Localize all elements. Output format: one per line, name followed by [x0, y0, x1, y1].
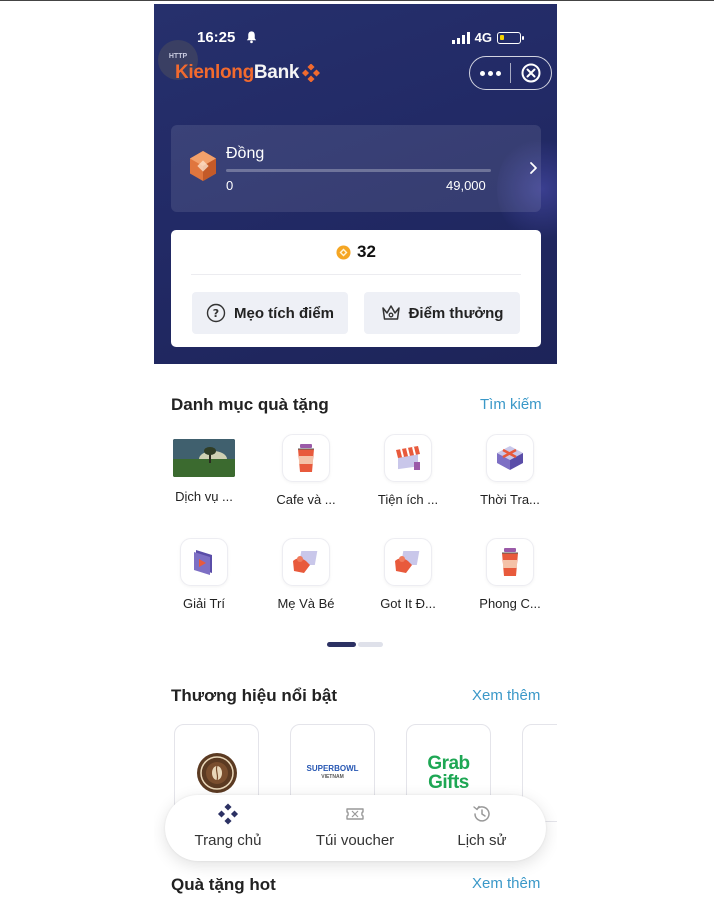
bell-icon — [246, 31, 257, 44]
chevron-right-icon — [530, 162, 537, 174]
brands-title: Thương hiệu nổi bật — [171, 686, 338, 705]
bottom-navigation: Trang chủ Túi voucher Lịch sử — [165, 795, 546, 861]
home-icon — [217, 803, 239, 825]
service-photo — [173, 439, 235, 477]
miniapp-capsule — [469, 56, 552, 90]
status-indicators: 4G — [451, 30, 524, 45]
nav-history[interactable]: Lịch sử — [427, 803, 537, 849]
category-label: Dịch vụ ... — [175, 489, 233, 504]
signal-icon — [451, 31, 470, 44]
category-item[interactable]: Cafe và ... — [266, 434, 346, 507]
network-label: 4G — [474, 30, 492, 45]
tier-max-value: 49,000 — [446, 178, 486, 193]
tier-name: Đồng — [226, 145, 265, 162]
phone-screen: 16:25 4G HTTP Kienlong Bank Đồng 0 49,00… — [154, 4, 557, 905]
categories-title: Danh mục quà tặng — [171, 395, 329, 414]
category-item[interactable]: Phong C... — [470, 538, 550, 611]
search-link[interactable]: Tìm kiếm — [480, 396, 542, 413]
category-item[interactable]: Dịch vụ ... — [164, 434, 244, 504]
gift-hand-icon — [384, 538, 432, 586]
category-item[interactable]: Tiện ích ... — [368, 434, 448, 507]
fashion-box-icon — [486, 434, 534, 482]
page-indicator — [327, 642, 383, 647]
category-label: Got It Đ... — [380, 596, 436, 611]
status-time: 16:25 — [197, 29, 236, 46]
kienlongbank-logo: Kienlong Bank — [175, 62, 321, 84]
reward-points-label: Điểm thưởng — [408, 304, 504, 322]
superbowl-logo: SUPERBOWL VIETNAM — [307, 764, 359, 782]
nav-home[interactable]: Trang chủ — [173, 803, 283, 849]
brand-prefix: Kienlong — [175, 62, 254, 83]
close-icon[interactable] — [511, 57, 551, 89]
nav-history-label: Lịch sử — [457, 832, 507, 849]
membership-tier-card[interactable]: Đồng 0 49,000 — [171, 125, 541, 212]
brand-suffix: Bank — [253, 62, 300, 83]
earn-tips-button[interactable]: ? Mẹo tích điểm — [192, 292, 348, 334]
brand-mark-icon — [302, 64, 321, 82]
grab-logo-line2: Gifts — [428, 772, 469, 793]
coffee-cup-icon — [486, 538, 534, 586]
status-bar: 16:25 4G — [154, 26, 557, 50]
coffee-cup-icon — [282, 434, 330, 482]
history-icon — [473, 805, 490, 822]
page-indicator-active — [327, 642, 356, 647]
svg-text:?: ? — [213, 307, 219, 320]
nav-voucher-label: Túi voucher — [315, 832, 395, 849]
see-more-brands-link[interactable]: Xem thêm — [472, 687, 540, 704]
battery-icon — [497, 31, 524, 44]
category-item[interactable]: Got It Đ... — [368, 538, 448, 611]
superbowl-logo-subtext: VIETNAM — [321, 774, 344, 780]
nav-voucher[interactable]: Túi voucher — [300, 803, 410, 849]
category-item[interactable]: Thời Tra... — [470, 434, 550, 507]
tier-min-value: 0 — [226, 178, 234, 193]
category-label: Phong C... — [479, 596, 541, 611]
coffee-bean-logo — [196, 753, 237, 793]
category-label: Cafe và ... — [276, 492, 336, 507]
points-balance: 32 — [171, 242, 541, 262]
voucher-icon — [346, 808, 364, 820]
crown-icon — [381, 305, 400, 320]
hot-gifts-title: Quà tặng hot — [171, 875, 276, 894]
category-label: Tiện ích ... — [377, 492, 439, 507]
grab-gifts-logo: Grab Gifts — [427, 753, 470, 793]
earn-tips-label: Mẹo tích điểm — [233, 304, 334, 322]
points-card: 32 ? Mẹo tích điểm Điểm thưởng — [171, 230, 541, 347]
top-border-line — [0, 0, 714, 1]
question-circle-icon: ? — [206, 303, 226, 323]
superbowl-logo-text: SUPERBOWL — [306, 764, 359, 773]
more-icon[interactable] — [470, 57, 510, 89]
coin-icon — [336, 244, 351, 260]
grab-logo-line1: Grab — [427, 753, 470, 774]
reward-points-button[interactable]: Điểm thưởng — [364, 292, 520, 334]
play-icon — [180, 538, 228, 586]
nav-home-label: Trang chủ — [194, 832, 262, 849]
points-value: 32 — [357, 242, 376, 261]
category-label: Thời Tra... — [480, 492, 540, 507]
see-more-hot-gifts-link[interactable]: Xem thêm — [472, 875, 540, 892]
gift-hand-icon — [282, 538, 330, 586]
shop-awning-icon — [384, 434, 432, 482]
bronze-tier-icon — [190, 151, 216, 181]
divider — [191, 274, 521, 275]
category-item[interactable]: Mẹ Và Bé — [266, 538, 346, 611]
category-label: Mẹ Và Bé — [277, 596, 335, 611]
page-indicator-inactive — [358, 642, 383, 647]
category-item[interactable]: Giải Trí — [164, 538, 244, 611]
tier-progress-bar — [226, 169, 491, 172]
category-label: Giải Trí — [183, 596, 225, 611]
